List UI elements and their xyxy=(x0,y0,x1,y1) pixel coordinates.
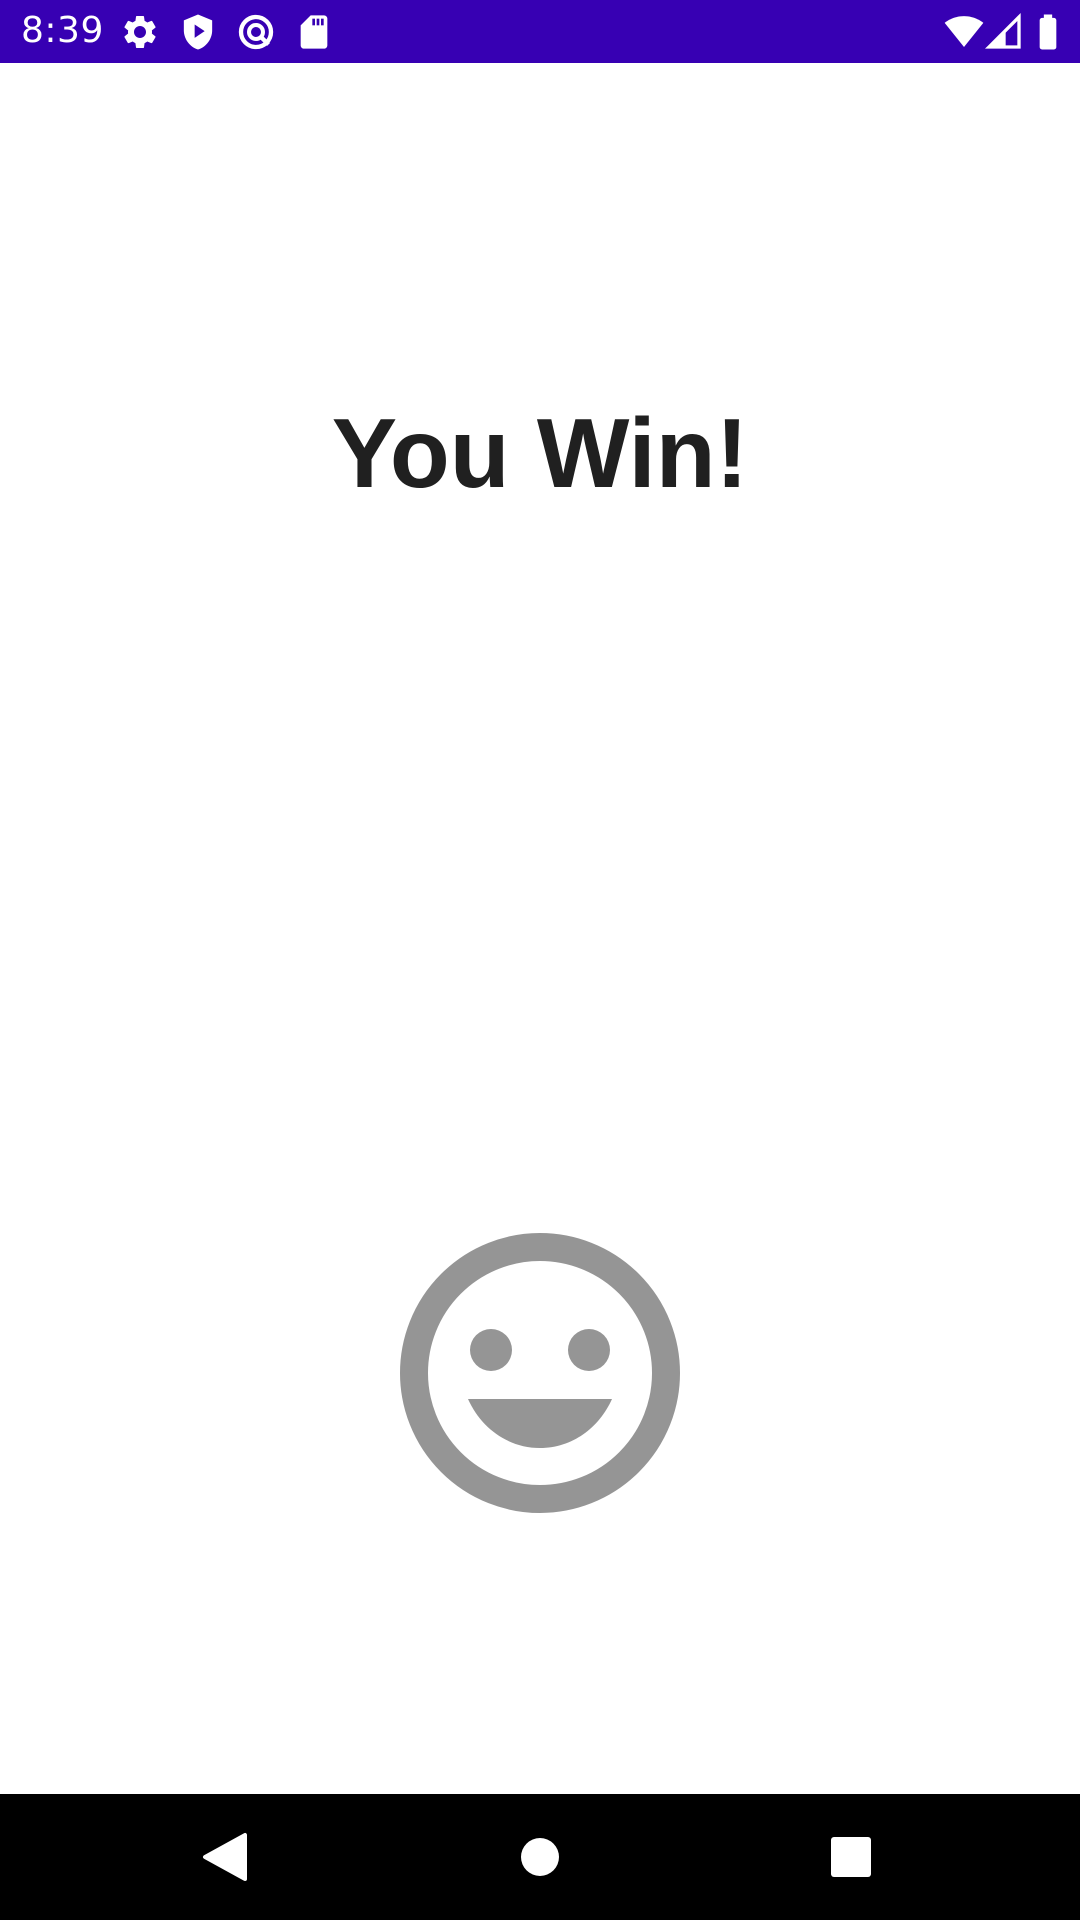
win-title: You Win! xyxy=(331,398,749,508)
sd-card-icon xyxy=(294,12,334,52)
navigation-bar xyxy=(0,1794,1080,1920)
battery-icon xyxy=(1028,12,1068,52)
wifi-icon xyxy=(944,12,984,52)
status-bar: 8:39 xyxy=(0,0,1080,63)
settings-gear-icon xyxy=(120,12,160,52)
smiley-face-icon xyxy=(395,1228,685,1518)
home-button[interactable] xyxy=(500,1817,580,1897)
status-time: 8:39 xyxy=(21,10,104,51)
sync-icon xyxy=(236,12,276,52)
back-button[interactable] xyxy=(185,1817,265,1897)
cell-signal-icon xyxy=(984,12,1024,52)
recents-button[interactable] xyxy=(811,1817,891,1897)
main-content: You Win! xyxy=(0,63,1080,1794)
play-protect-icon xyxy=(178,12,218,52)
